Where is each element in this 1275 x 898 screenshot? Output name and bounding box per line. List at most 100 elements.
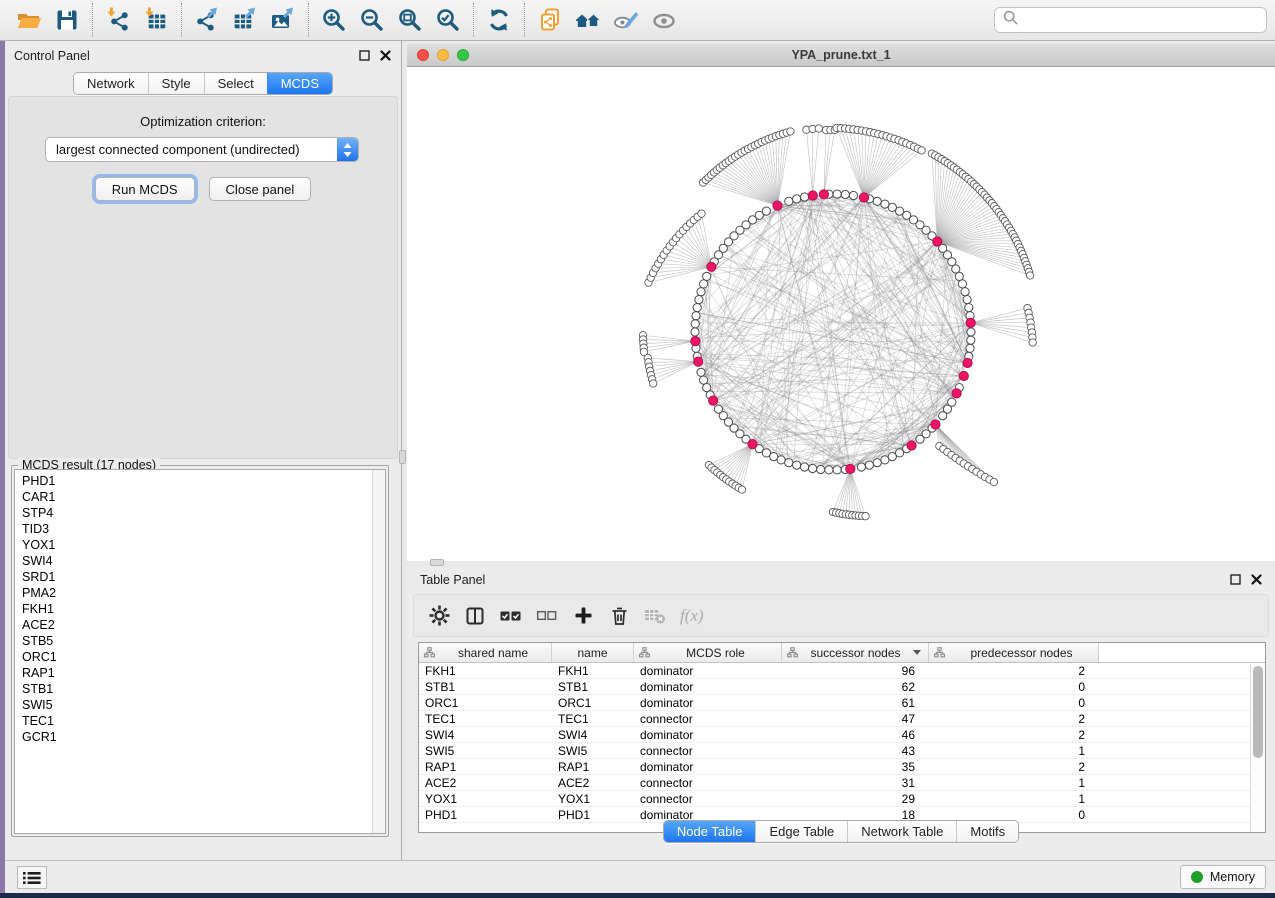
table-cell: SWI4 — [552, 727, 634, 742]
network-window-titlebar[interactable]: YPA_prune.txt_1 — [407, 44, 1275, 67]
vertical-splitter-handle[interactable] — [399, 450, 406, 464]
column-header-successor-nodes[interactable]: successor nodes — [782, 643, 929, 662]
zoom-fit-button[interactable] — [391, 4, 429, 36]
export-image-button[interactable] — [264, 4, 302, 36]
run-mcds-button[interactable]: Run MCDS — [95, 177, 195, 201]
search-input[interactable] — [1024, 13, 1258, 28]
close-panel-icon[interactable] — [379, 49, 391, 61]
table-toolbar: f(x) — [413, 594, 1269, 637]
export-network-button[interactable] — [188, 4, 226, 36]
zoom-out-button[interactable] — [353, 4, 391, 36]
zoom-in-button[interactable] — [315, 4, 353, 36]
column-header-predecessor-nodes[interactable]: predecessor nodes — [929, 643, 1099, 662]
table-row[interactable]: ACE2ACE2connector311 — [419, 775, 1265, 791]
table-row[interactable]: RAP1RAP1dominator352 — [419, 759, 1265, 775]
table-cell: 1 — [929, 743, 1099, 758]
mcds-result-list[interactable]: PHD1CAR1STP4TID3YOX1SWI4SRD1PMA2FKH1ACE2… — [14, 469, 386, 834]
search-box[interactable] — [994, 7, 1267, 33]
mcds-result-item[interactable]: SWI5 — [22, 697, 385, 713]
table-row[interactable]: FKH1FKH1dominator962 — [419, 663, 1265, 679]
table-cell: TEC1 — [552, 711, 634, 726]
table-scrollbar[interactable] — [1250, 664, 1265, 832]
tab-mcds[interactable]: MCDS — [267, 73, 332, 94]
close-table-panel-icon[interactable] — [1250, 573, 1262, 585]
table-row[interactable]: TEC1TEC1connector472 — [419, 711, 1265, 727]
select-stepper-icon — [337, 138, 358, 161]
network-canvas[interactable] — [407, 67, 1275, 561]
open-session-button[interactable] — [10, 4, 48, 36]
optimization-criterion-select[interactable]: largest connected component (undirected) — [45, 137, 359, 162]
tab-node-table[interactable]: Node Table — [664, 821, 756, 842]
table-row[interactable]: YOX1YOX1connector291 — [419, 791, 1265, 807]
float-table-panel-icon[interactable] — [1229, 573, 1241, 585]
zoom-selected-button[interactable] — [429, 4, 467, 36]
tab-select[interactable]: Select — [204, 73, 267, 94]
clone-network-button[interactable] — [531, 4, 569, 36]
horizontal-splitter-handle[interactable] — [430, 559, 444, 566]
memory-button[interactable]: Memory — [1180, 865, 1266, 889]
first-neighbors-button[interactable] — [569, 4, 607, 36]
table-cell: dominator — [634, 727, 782, 742]
mcds-result-item[interactable]: STB5 — [22, 633, 385, 649]
export-table-button[interactable] — [226, 4, 264, 36]
table-row[interactable]: SWI4SWI4dominator462 — [419, 727, 1265, 743]
select-all-columns-icon[interactable] — [500, 604, 522, 628]
task-history-button[interactable] — [17, 866, 47, 889]
column-header-MCDS-role[interactable]: MCDS role — [634, 643, 782, 662]
memory-status-icon — [1191, 871, 1203, 883]
column-header-shared-name[interactable]: shared name — [419, 643, 552, 662]
import-table-button[interactable] — [137, 4, 175, 36]
import-network-button[interactable] — [99, 4, 137, 36]
table-settings-gear-icon[interactable] — [428, 604, 450, 628]
table-cell: FKH1 — [552, 663, 634, 678]
mcds-result-item[interactable]: SWI4 — [22, 553, 385, 569]
table-cell: ORC1 — [552, 695, 634, 710]
close-panel-button[interactable]: Close panel — [209, 177, 312, 201]
tab-network[interactable]: Network — [74, 73, 148, 94]
mcds-result-item[interactable]: CAR1 — [22, 489, 385, 505]
tab-edge-table[interactable]: Edge Table — [755, 821, 847, 842]
function-builder-icon: f(x) — [680, 604, 704, 628]
show-columns-icon[interactable] — [464, 604, 486, 628]
create-column-icon[interactable] — [572, 604, 594, 628]
table-cell: dominator — [634, 663, 782, 678]
mcds-result-item[interactable]: SRD1 — [22, 569, 385, 585]
mcds-result-item[interactable]: STP4 — [22, 505, 385, 521]
delete-table-icon — [644, 604, 666, 628]
table-row[interactable]: ORC1ORC1dominator610 — [419, 695, 1265, 711]
mcds-result-item[interactable]: GCR1 — [22, 729, 385, 745]
mcds-result-item[interactable]: YOX1 — [22, 537, 385, 553]
refresh-view-button[interactable] — [480, 4, 518, 36]
control-panel-tabs: NetworkStyleSelectMCDS — [73, 72, 333, 95]
mcds-result-item[interactable]: STB1 — [22, 681, 385, 697]
mcds-result-item[interactable]: TEC1 — [22, 713, 385, 729]
zoom-fit-icon — [397, 7, 423, 33]
column-header-name[interactable]: name — [552, 643, 634, 662]
save-session-button[interactable] — [48, 4, 86, 36]
table-cell: FKH1 — [419, 663, 552, 678]
table-cell: connector — [634, 711, 782, 726]
table-cell: 61 — [782, 695, 929, 710]
show-all-button[interactable] — [645, 4, 683, 36]
mcds-result-item[interactable]: PHD1 — [22, 473, 385, 489]
unselect-all-columns-icon[interactable] — [536, 604, 558, 628]
mcds-result-item[interactable]: PMA2 — [22, 585, 385, 601]
delete-columns-icon[interactable] — [608, 604, 630, 628]
tab-motifs[interactable]: Motifs — [956, 821, 1018, 842]
hide-selected-button[interactable] — [607, 4, 645, 36]
mcds-result-item[interactable]: RAP1 — [22, 665, 385, 681]
sort-indicator-icon[interactable] — [913, 650, 921, 655]
table-cell: ACE2 — [552, 775, 634, 790]
tab-network-table[interactable]: Network Table — [847, 821, 956, 842]
table-row[interactable]: STB1STB1dominator620 — [419, 679, 1265, 695]
float-panel-icon[interactable] — [358, 49, 370, 61]
mcds-result-item[interactable]: ORC1 — [22, 649, 385, 665]
table-cell: ORC1 — [419, 695, 552, 710]
result-list-scrollbar[interactable] — [372, 470, 385, 833]
table-row[interactable]: SWI5SWI5connector431 — [419, 743, 1265, 759]
mcds-result-item[interactable]: ACE2 — [22, 617, 385, 633]
tab-style[interactable]: Style — [148, 73, 204, 94]
mcds-result-item[interactable]: FKH1 — [22, 601, 385, 617]
mcds-result-item[interactable]: TID3 — [22, 521, 385, 537]
table-cell: STB1 — [552, 679, 634, 694]
